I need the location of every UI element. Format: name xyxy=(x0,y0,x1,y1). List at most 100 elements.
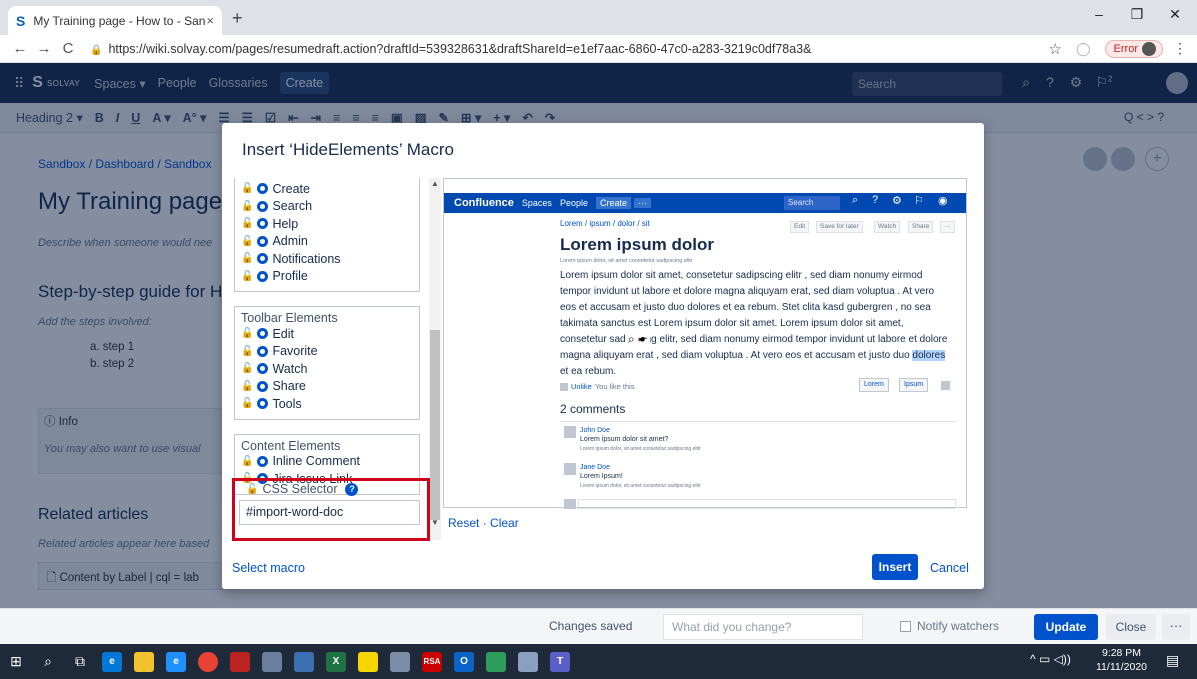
preview-title: Lorem ipsum dolor xyxy=(560,235,714,254)
clear-link[interactable]: Clear xyxy=(490,516,519,530)
change-comment-input[interactable]: What did you change? xyxy=(663,614,863,640)
like-icon xyxy=(560,382,568,391)
app-icon[interactable] xyxy=(224,644,256,679)
paint-icon[interactable] xyxy=(512,644,544,679)
preview-notifications-icon: ⚐ xyxy=(914,195,924,207)
lock-icon: 🔓 xyxy=(241,363,254,375)
new-tab-button[interactable]: + xyxy=(232,8,243,29)
css-selector-input[interactable]: #import-word-doc xyxy=(239,500,420,525)
excel-icon[interactable]: X xyxy=(320,644,352,679)
lock-icon: 🔓 xyxy=(246,483,259,495)
file-explorer-icon[interactable] xyxy=(128,644,160,679)
app-icon[interactable] xyxy=(480,644,512,679)
eye-icon[interactable] xyxy=(257,183,269,195)
preview-tag: Lorem xyxy=(859,378,889,392)
tab-title: My Training page - How to - San xyxy=(33,13,206,28)
eye-icon[interactable] xyxy=(257,345,269,357)
preview-gear-icon: ⚙ xyxy=(892,195,902,207)
back-arrow-icon[interactable]: ← xyxy=(8,40,32,57)
minimize-button[interactable]: – xyxy=(1084,6,1114,22)
system-tray-icons[interactable]: ^ ▭ ◁)) xyxy=(1030,652,1071,666)
option-inline-comment[interactable]: 🔓 Inline Comment xyxy=(241,453,413,471)
chrome-icon[interactable] xyxy=(192,644,224,679)
option-tools[interactable]: 🔓 Tools xyxy=(241,395,413,413)
windows-start-icon[interactable]: ⊞ xyxy=(0,644,32,679)
browser-tab[interactable]: S My Training page - How to - San × xyxy=(8,6,222,35)
cursor-icon: ⌕ ☛ xyxy=(626,332,650,347)
eye-icon[interactable] xyxy=(257,218,269,230)
lock-icon: 🔓 xyxy=(241,455,254,467)
option-notifications[interactable]: 🔓 Notifications xyxy=(241,250,413,268)
option-label: Admin xyxy=(272,234,308,249)
extension-icon[interactable]: ◯ xyxy=(1076,41,1091,57)
comment-author: John Doe xyxy=(580,427,610,434)
eye-icon[interactable] xyxy=(257,200,269,212)
preview-comment: John Doe Lorem ipsum dolor sit amet? Lorem… xyxy=(564,426,701,454)
reload-icon[interactable]: C xyxy=(56,40,80,57)
app-icon[interactable] xyxy=(288,644,320,679)
lock-icon: 🔓 xyxy=(241,345,254,357)
preview-help-icon: ? xyxy=(872,194,879,206)
profile-error-button[interactable]: Error xyxy=(1104,39,1163,58)
app-icon[interactable] xyxy=(384,644,416,679)
teams-icon[interactable]: T xyxy=(544,644,576,679)
url-field[interactable]: 🔒 https://wiki.solvay.com/pages/resumedra… xyxy=(90,42,1049,56)
preview-divider xyxy=(560,421,956,422)
eye-icon[interactable] xyxy=(257,235,269,247)
list-scrollbar-thumb[interactable] xyxy=(430,330,440,520)
select-macro-link[interactable]: Select macro xyxy=(232,561,305,575)
tab-close-icon[interactable]: × xyxy=(206,13,214,28)
more-options-button[interactable]: ··· xyxy=(1162,614,1190,640)
sticky-notes-icon[interactable] xyxy=(352,644,384,679)
option-label: Edit xyxy=(272,326,294,341)
update-button[interactable]: Update xyxy=(1034,614,1098,640)
bookmark-star-icon[interactable]: ☆ xyxy=(1049,40,1062,58)
browser-menu-icon[interactable]: ⋮ xyxy=(1173,40,1187,57)
option-create[interactable]: 🔓 Create xyxy=(241,180,413,198)
preview-highlighted-word: dolores xyxy=(912,350,946,361)
insert-button[interactable]: Insert xyxy=(872,554,918,580)
eye-icon[interactable] xyxy=(257,380,269,392)
rsa-icon[interactable]: RSA xyxy=(416,644,448,679)
action-center-icon[interactable]: ▤ xyxy=(1166,652,1179,669)
option-search[interactable]: 🔓 Search xyxy=(241,198,413,216)
cancel-button[interactable]: Cancel xyxy=(930,561,969,575)
scroll-up-arrow-icon[interactable]: ▲ xyxy=(431,179,439,188)
preview-body-text: Lorem ipsum dolor sit amet, consetetur s… xyxy=(560,268,948,380)
scroll-down-arrow-icon[interactable]: ▼ xyxy=(431,518,439,527)
maximize-button[interactable]: ❐ xyxy=(1122,6,1152,23)
search-icon[interactable]: ⌕ xyxy=(32,644,64,679)
notify-watchers-checkbox[interactable]: Notify watchers xyxy=(900,619,999,633)
eye-icon[interactable] xyxy=(257,328,269,340)
edge-icon[interactable]: e xyxy=(96,644,128,679)
option-label: Create xyxy=(272,181,310,196)
option-label: Tools xyxy=(272,396,302,411)
option-label: Profile xyxy=(272,269,308,284)
forward-arrow-icon[interactable]: → xyxy=(32,40,56,57)
eye-icon[interactable] xyxy=(257,455,269,467)
preview-tag: Ipsum xyxy=(899,378,929,392)
option-favorite[interactable]: 🔓 Favorite xyxy=(241,343,413,361)
option-share[interactable]: 🔓 Share xyxy=(241,378,413,396)
taskbar-clock[interactable]: 9:28 PM 11/11/2020 xyxy=(1096,646,1147,674)
outlook-icon[interactable]: O xyxy=(448,644,480,679)
option-edit[interactable]: 🔓 Edit xyxy=(241,325,413,343)
app-icon[interactable] xyxy=(256,644,288,679)
option-profile[interactable]: 🔓 Profile xyxy=(241,268,413,286)
eye-icon[interactable] xyxy=(257,363,269,375)
reset-link[interactable]: Reset xyxy=(448,516,479,530)
eye-icon[interactable] xyxy=(257,398,269,410)
eye-icon[interactable] xyxy=(257,270,269,282)
help-question-icon[interactable]: ? xyxy=(345,482,359,496)
option-help[interactable]: 🔓 Help xyxy=(241,215,413,233)
internet-explorer-icon[interactable]: e xyxy=(160,644,192,679)
close-editor-button[interactable]: Close xyxy=(1106,614,1156,640)
task-view-icon[interactable]: ⧉ xyxy=(64,644,96,679)
option-admin[interactable]: 🔓 Admin xyxy=(241,233,413,251)
eye-icon[interactable] xyxy=(257,253,269,265)
option-label: Share xyxy=(272,379,306,394)
option-watch[interactable]: 🔓 Watch xyxy=(241,360,413,378)
url-text: https://wiki.solvay.com/pages/resumedraf… xyxy=(108,41,812,56)
window-close-button[interactable]: ✕ xyxy=(1160,6,1190,23)
notify-watchers-label: Notify watchers xyxy=(917,619,1000,633)
